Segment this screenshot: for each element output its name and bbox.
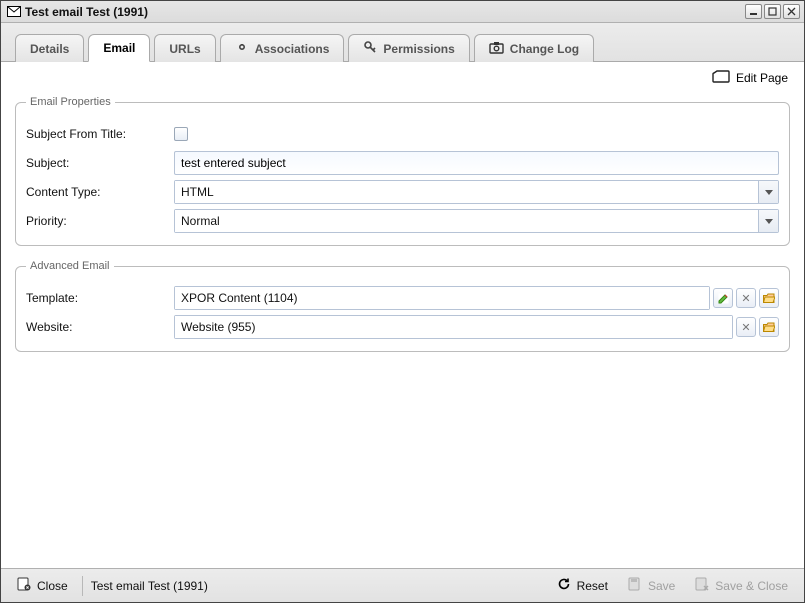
subject-from-title-label: Subject From Title: [26,127,174,141]
tab-details[interactable]: Details [15,34,84,62]
website-field[interactable]: Website (955) [174,315,733,339]
website-label: Website: [26,320,174,334]
advanced-email-legend: Advanced Email [26,260,114,272]
content-type-value: HTML [175,181,758,203]
row-subject-from-title: Subject From Title: [26,121,779,147]
template-edit-button[interactable] [713,288,733,308]
content-toolbar: Edit Page [15,62,790,92]
envelope-icon [7,6,21,17]
tab-urls[interactable]: URLs [154,34,215,62]
chevron-down-icon[interactable] [758,181,778,203]
key-icon [363,40,377,57]
save-close-button[interactable]: Save & Close [689,574,794,597]
window: Test email Test (1991) Details Email URL… [0,0,805,603]
subject-input[interactable] [174,151,779,175]
close-label: Close [37,579,68,593]
reset-button[interactable]: Reset [551,574,614,597]
tab-label: Details [30,42,69,56]
template-browse-button[interactable] [759,288,779,308]
email-properties-legend: Email Properties [26,96,115,108]
priority-select[interactable]: Normal [174,209,779,233]
website-clear-button[interactable]: ✕ [736,317,756,337]
subject-from-title-checkbox[interactable] [174,127,188,141]
template-field[interactable]: XPOR Content (1104) [174,286,710,310]
row-website: Website: Website (955) ✕ [26,314,779,340]
refresh-icon [557,577,571,594]
tab-label: URLs [169,42,200,56]
tab-strip: Details Email URLs Associations Permissi… [1,23,804,62]
bottom-toolbar: Close Test email Test (1991) Reset Save … [1,568,804,602]
tab-label: Change Log [510,42,579,56]
tab-associations[interactable]: Associations [220,34,345,62]
row-content-type: Content Type: HTML [26,179,779,205]
save-close-label: Save & Close [715,579,788,593]
content-type-select[interactable]: HTML [174,180,779,204]
save-button[interactable]: Save [622,574,681,597]
window-title-text: Test email Test (1991) [25,5,148,19]
window-controls [745,4,800,19]
website-browse-button[interactable] [759,317,779,337]
tab-email[interactable]: Email [88,34,150,62]
advanced-email-group: Advanced Email Template: XPOR Content (1… [15,260,790,352]
minimize-button[interactable] [745,4,762,19]
edit-page-label: Edit Page [736,71,788,85]
tab-label: Email [103,41,135,55]
row-template: Template: XPOR Content (1104) ✕ [26,285,779,311]
breadcrumb: Test email Test (1991) [91,579,208,593]
row-subject: Subject: [26,150,779,176]
priority-value: Normal [175,210,758,232]
website-value: Website (955) [175,316,732,338]
row-priority: Priority: Normal [26,208,779,234]
tab-label: Associations [255,42,330,56]
tab-permissions[interactable]: Permissions [348,34,469,62]
template-value: XPOR Content (1104) [175,287,709,309]
save-close-icon [695,577,709,594]
window-title: Test email Test (1991) [7,5,745,19]
priority-label: Priority: [26,214,174,228]
save-icon [628,577,642,594]
camera-icon [489,41,504,57]
link-icon [235,40,249,57]
panel-icon [712,70,730,86]
content-type-label: Content Type: [26,185,174,199]
separator [82,576,83,596]
template-clear-button[interactable]: ✕ [736,288,756,308]
save-label: Save [648,579,675,593]
tab-label: Permissions [383,42,454,56]
template-label: Template: [26,291,174,305]
close-icon [17,577,31,594]
content: Edit Page Email Properties Subject From … [1,62,804,568]
titlebar: Test email Test (1991) [1,1,804,23]
maximize-button[interactable] [764,4,781,19]
close-window-button[interactable] [783,4,800,19]
reset-label: Reset [577,579,608,593]
close-button[interactable]: Close [11,574,74,597]
subject-label: Subject: [26,156,174,170]
chevron-down-icon[interactable] [758,210,778,232]
email-properties-group: Email Properties Subject From Title: Sub… [15,96,790,246]
edit-page-button[interactable]: Edit Page [712,70,788,86]
tab-changelog[interactable]: Change Log [474,34,594,62]
